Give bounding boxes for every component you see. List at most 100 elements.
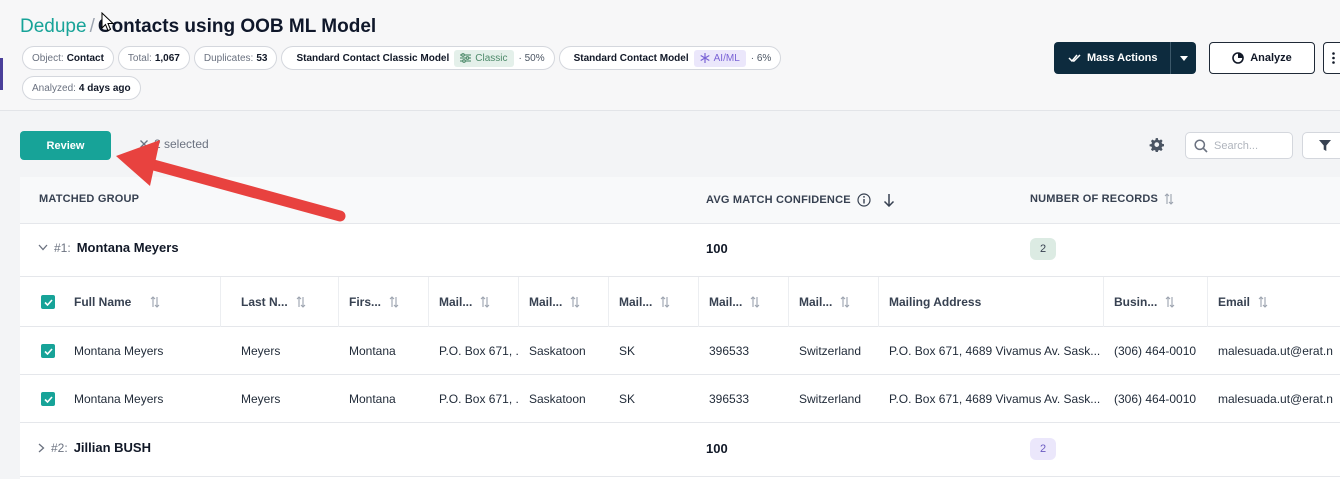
cell-mailing-state: SK [619, 392, 636, 406]
breadcrumb-dedupe[interactable]: Dedupe [20, 16, 87, 37]
review-button[interactable]: Review [20, 131, 111, 160]
search-icon [1194, 138, 1208, 153]
cell-last-name: Meyers [241, 344, 281, 358]
cell-mailing-street: P.O. Box 671, ... [439, 344, 519, 358]
caret-down-icon [1179, 55, 1188, 61]
sort-icon [840, 296, 850, 308]
mouse-cursor-icon [101, 12, 114, 32]
settings-button[interactable] [1149, 137, 1164, 157]
cell-mailing-address: P.O. Box 671, 4689 Vivamus Av. Sask... [889, 344, 1101, 358]
classic-model-chip: Standard Contact Classic Model Classic ·… [281, 46, 555, 70]
duplicates-chip: Duplicates: 53 [193, 46, 278, 70]
table-row[interactable]: Montana Meyers Meyers Montana P.O. Box 6… [20, 327, 1340, 375]
cell-full-name: Montana Meyers [74, 392, 164, 406]
cell-business-phone: (306) 464-0010 [1114, 344, 1197, 358]
check-icon [43, 347, 53, 355]
column-email[interactable]: Email [1208, 277, 1340, 327]
column-avg-match-confidence[interactable]: AVG MATCH CONFIDENCE [706, 193, 895, 207]
sort-icon [1165, 296, 1175, 308]
cell-full-name: Montana Meyers [74, 344, 164, 358]
ai-tag: AI/ML [693, 49, 746, 67]
group-confidence: 100 [706, 441, 728, 456]
cell-mailing-city: Saskatoon [529, 344, 586, 358]
select-all-checkbox[interactable] [41, 295, 55, 309]
cell-first-name: Montana [349, 392, 396, 406]
summary-chips: Object: Contact Total: 1,067 Duplicates: 53… [22, 46, 842, 100]
breadcrumb-separator: / [89, 16, 95, 37]
matched-groups-table: MATCHED GROUP AVG MATCH CONFIDENCE NUMBE… [20, 177, 1340, 479]
mass-actions-button[interactable]: Mass Actions [1054, 42, 1196, 74]
ai-model-chip: Standard Contact Model AI/ML · 6% [558, 46, 782, 70]
group-name: Jillian BUSH [73, 440, 151, 455]
column-number-of-records[interactable]: NUMBER OF RECORDS [1030, 193, 1174, 205]
cell-mailing-postal-code: 396533 [709, 392, 750, 406]
cell-mailing-city: Saskatoon [529, 392, 586, 406]
sort-icon [1258, 296, 1268, 308]
cell-business-phone: (306) 464-0010 [1114, 392, 1197, 406]
page-title-line: Dedupe / Contacts using OOB ML Model [20, 16, 376, 38]
cell-mailing-postal-code: 396533 [709, 344, 750, 358]
check-icon [43, 395, 53, 403]
sort-icon[interactable] [1164, 193, 1174, 205]
chevron-right-icon[interactable] [38, 443, 45, 453]
table-header: MATCHED GROUP AVG MATCH CONFIDENCE NUMBE… [20, 177, 1340, 224]
row-checkbox[interactable] [41, 344, 55, 358]
cell-mailing-country: Switzerland [799, 392, 862, 406]
check-icon [43, 298, 53, 306]
search-input[interactable] [1214, 139, 1284, 152]
search-box [1185, 132, 1293, 159]
row-checkbox[interactable] [41, 392, 55, 406]
column-mailing-city[interactable]: Mail... [519, 277, 609, 327]
sort-icon [750, 296, 760, 308]
group-row-2[interactable]: #2: Jillian BUSH 100 2 [20, 424, 1340, 477]
snowflake-icon [700, 53, 710, 63]
sort-descending-icon[interactable] [883, 193, 895, 207]
record-count-badge: 2 [1030, 438, 1056, 460]
sort-icon [480, 296, 490, 308]
cell-mailing-street: P.O. Box 671, ... [439, 392, 519, 406]
more-actions-button[interactable] [1323, 42, 1340, 74]
column-mailing-street[interactable]: Mail... [429, 277, 519, 327]
column-mailing-postal-code[interactable]: Mail... [699, 277, 789, 327]
column-mailing-state[interactable]: Mail... [609, 277, 699, 327]
column-mailing-country[interactable]: Mail... [789, 277, 879, 327]
records-subtable-header: Full Name Last N... Firs... Mail... Mail… [20, 277, 1340, 327]
double-check-icon [1068, 54, 1081, 63]
mass-actions-dropdown[interactable] [1170, 42, 1196, 74]
cell-mailing-state: SK [619, 344, 636, 358]
sliders-icon [460, 53, 472, 63]
sort-icon [150, 296, 160, 308]
classic-tag: Classic [454, 49, 514, 67]
cell-email: malesuada.ut@erat.n [1218, 344, 1333, 358]
group-row-1[interactable]: #1: Montana Meyers 100 2 [20, 224, 1340, 277]
sort-icon [660, 296, 670, 308]
column-first-name[interactable]: Firs... [339, 277, 429, 327]
analyzed-chip: Analyzed: 4 days ago [22, 76, 141, 100]
cell-mailing-country: Switzerland [799, 344, 862, 358]
sort-icon [389, 296, 399, 308]
total-chip: Total: 1,067 [117, 46, 190, 70]
more-vertical-icon [1332, 52, 1335, 64]
gear-icon [1149, 137, 1164, 153]
column-last-name[interactable]: Last N... [231, 277, 339, 327]
page-header: Dedupe / Contacts using OOB ML Model Objec… [0, 0, 1340, 111]
filter-icon [1319, 140, 1331, 151]
page-title: Contacts using OOB ML Model [97, 16, 377, 37]
selected-count: 2 selected [154, 137, 209, 151]
filter-button[interactable] [1302, 132, 1340, 159]
table-row[interactable]: Montana Meyers Meyers Montana P.O. Box 6… [20, 375, 1340, 423]
cell-mailing-address: P.O. Box 671, 4689 Vivamus Av. Sask... [889, 392, 1101, 406]
clear-selection-icon[interactable] [140, 140, 148, 148]
column-business-phone[interactable]: Busin... [1104, 277, 1208, 327]
object-chip: Object: Contact [22, 46, 114, 70]
group-name: Montana Meyers [76, 240, 179, 255]
pie-chart-icon [1232, 52, 1245, 64]
record-count-badge: 2 [1030, 238, 1056, 260]
column-mailing-address[interactable]: Mailing Address [879, 277, 1104, 327]
info-icon[interactable] [857, 193, 871, 207]
column-full-name[interactable]: Full Name [20, 277, 221, 327]
analyze-button[interactable]: Analyze [1209, 42, 1315, 74]
column-matched-group: MATCHED GROUP [39, 193, 140, 205]
cell-last-name: Meyers [241, 392, 281, 406]
chevron-down-icon[interactable] [38, 244, 48, 251]
